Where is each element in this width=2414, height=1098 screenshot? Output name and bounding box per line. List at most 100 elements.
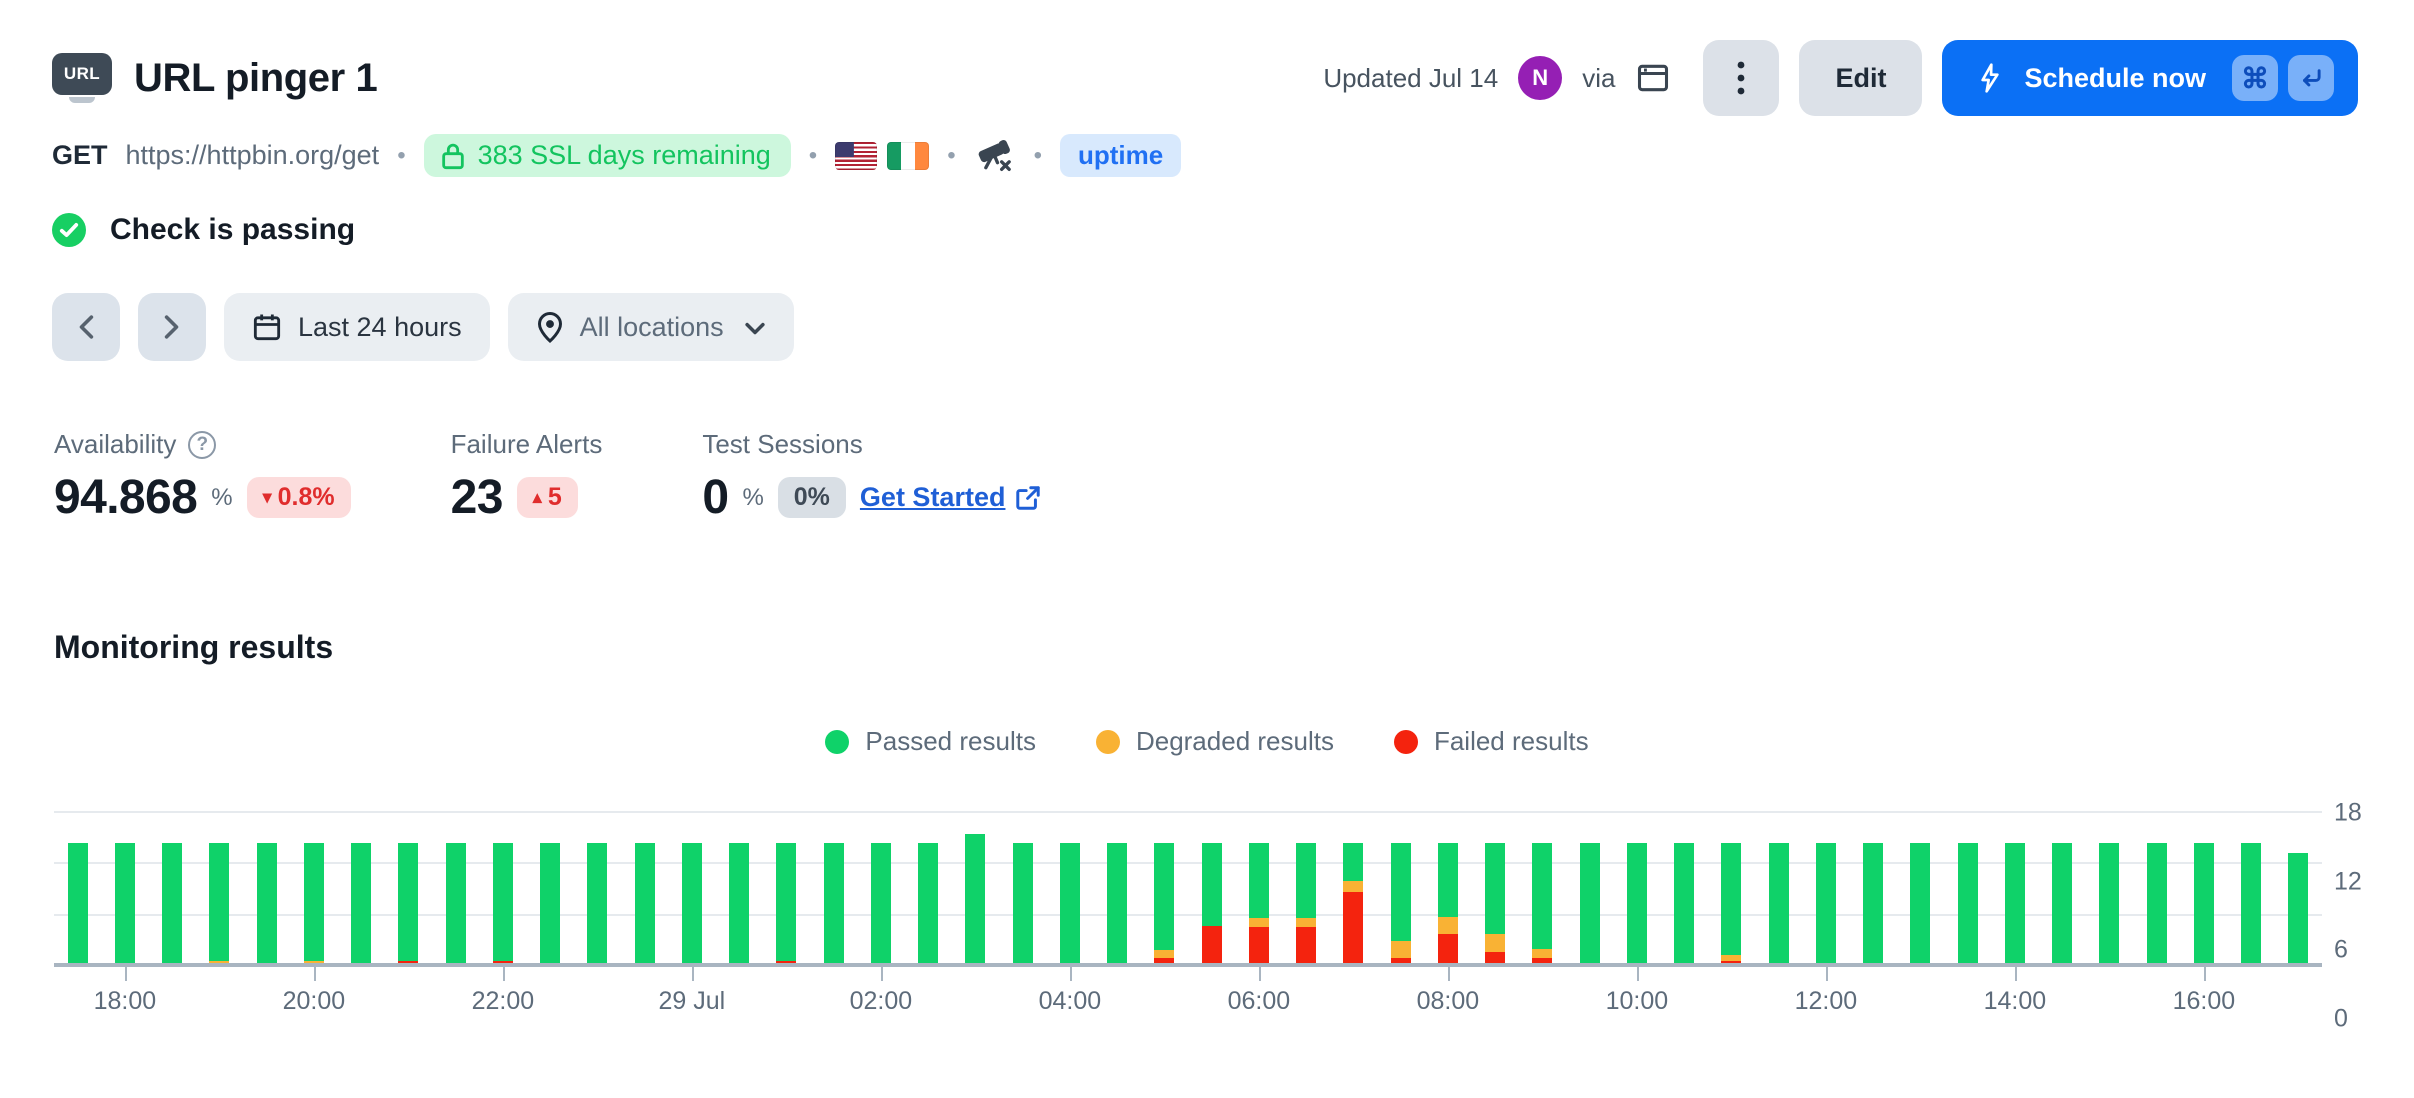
bar-slot[interactable] — [1519, 813, 1566, 967]
bar-slot[interactable] — [290, 813, 337, 967]
bar-slot[interactable] — [1235, 813, 1282, 967]
failure-alerts-delta-badge: ▴ 5 — [517, 477, 578, 518]
ssl-badge[interactable]: 383 SSL days remaining — [424, 134, 791, 177]
get-started-link[interactable]: Get Started — [860, 482, 1042, 513]
x-axis-label: 18:00 — [94, 987, 157, 1016]
bar-slot[interactable] — [857, 813, 904, 967]
bar-slot[interactable] — [1850, 813, 1897, 967]
stacked-bar — [493, 813, 513, 967]
command-key-icon: ⌘ — [2232, 55, 2278, 101]
availability-unit: % — [211, 484, 232, 512]
bar-slot[interactable] — [2275, 813, 2322, 967]
stacked-bar — [1627, 813, 1647, 967]
bar-slot[interactable] — [1330, 813, 1377, 967]
segment-passed — [1674, 843, 1694, 967]
bar-slot[interactable] — [54, 813, 101, 967]
bar-slot[interactable] — [1094, 813, 1141, 967]
bar-slot[interactable] — [763, 813, 810, 967]
stacked-bar — [1013, 813, 1033, 967]
bar-slot[interactable] — [1377, 813, 1424, 967]
bar-slot[interactable] — [196, 813, 243, 967]
bar-slot[interactable] — [1283, 813, 1330, 967]
bar-slot[interactable] — [1708, 813, 1755, 967]
chart-legend: Passed results Degraded results Failed res… — [0, 726, 2414, 757]
bar-slot[interactable] — [1046, 813, 1093, 967]
segment-passed — [824, 843, 844, 967]
updated-label: Updated Jul 14 — [1323, 63, 1498, 94]
segment-passed — [1958, 843, 1978, 967]
stacked-bar — [446, 813, 466, 967]
bar-slot[interactable] — [2133, 813, 2180, 967]
bar-slot[interactable] — [385, 813, 432, 967]
bar-slot[interactable] — [1188, 813, 1235, 967]
stacked-bar — [1863, 813, 1883, 967]
y-axis-label: 12 — [2334, 867, 2362, 896]
stacked-bar — [1532, 813, 1552, 967]
segment-passed — [1816, 843, 1836, 967]
status-message: Check is passing — [110, 213, 355, 247]
stacked-bar — [2194, 813, 2214, 967]
bar-slot[interactable] — [1991, 813, 2038, 967]
bar-slot[interactable] — [2086, 813, 2133, 967]
bar-slot[interactable] — [1424, 813, 1471, 967]
bar-slot[interactable] — [2039, 813, 2086, 967]
edit-button[interactable]: Edit — [1799, 40, 1922, 116]
time-range-selector[interactable]: Last 24 hours — [224, 293, 490, 361]
stacked-bar — [1249, 813, 1269, 967]
bar-slot[interactable] — [338, 813, 385, 967]
bar-slot[interactable] — [479, 813, 526, 967]
bar-slot[interactable] — [1566, 813, 1613, 967]
next-period-button[interactable] — [138, 293, 206, 361]
avatar[interactable]: N — [1518, 56, 1562, 100]
uptime-badge[interactable]: uptime — [1060, 134, 1181, 177]
bar-slot[interactable] — [1141, 813, 1188, 967]
x-axis-tick — [2204, 967, 2206, 981]
bar-slot[interactable] — [574, 813, 621, 967]
bar-slot[interactable] — [999, 813, 1046, 967]
bar-slot[interactable] — [1897, 813, 1944, 967]
stacked-bar — [1721, 813, 1741, 967]
more-options-button[interactable] — [1703, 40, 1779, 116]
bar-slot[interactable] — [243, 813, 290, 967]
stacked-bar — [2241, 813, 2261, 967]
chevron-down-icon — [744, 312, 766, 343]
bar-slot[interactable] — [810, 813, 857, 967]
bar-slot[interactable] — [1755, 813, 1802, 967]
bar-slot[interactable] — [1944, 813, 1991, 967]
segment-passed — [2052, 843, 2072, 967]
bar-slot[interactable] — [905, 813, 952, 967]
bar-slot[interactable] — [952, 813, 999, 967]
bar-slot[interactable] — [101, 813, 148, 967]
status-row: Check is passing — [52, 213, 2414, 247]
locations-selector[interactable]: All locations — [508, 293, 794, 361]
legend-item-failed[interactable]: Failed results — [1394, 726, 1589, 757]
help-icon[interactable]: ? — [188, 431, 216, 459]
stacked-bar — [1910, 813, 1930, 967]
bar-slot[interactable] — [432, 813, 479, 967]
schedule-now-button[interactable]: Schedule now ⌘ — [1942, 40, 2358, 116]
x-axis-tick — [1070, 967, 1072, 981]
locations-label: All locations — [580, 312, 724, 343]
x-axis-label: 20:00 — [283, 987, 346, 1016]
bar-slot[interactable] — [2180, 813, 2227, 967]
bar-slot[interactable] — [1802, 813, 1849, 967]
bar-slot[interactable] — [621, 813, 668, 967]
bar-slot[interactable] — [2228, 813, 2275, 967]
stacked-bar — [2099, 813, 2119, 967]
bar-slot[interactable] — [149, 813, 196, 967]
x-axis-tick — [125, 967, 127, 981]
segment-degraded — [1343, 881, 1363, 891]
segment-passed — [1627, 843, 1647, 967]
test-sessions-value: 0 — [702, 470, 728, 525]
legend-item-passed[interactable]: Passed results — [825, 726, 1036, 757]
bar-slot[interactable] — [527, 813, 574, 967]
test-sessions-unit: % — [742, 484, 763, 512]
bar-slot[interactable] — [668, 813, 715, 967]
bar-slot[interactable] — [1661, 813, 1708, 967]
bar-slot[interactable] — [1613, 813, 1660, 967]
check-passing-icon — [52, 213, 86, 247]
bar-slot[interactable] — [1472, 813, 1519, 967]
previous-period-button[interactable] — [52, 293, 120, 361]
bar-slot[interactable] — [716, 813, 763, 967]
legend-item-degraded[interactable]: Degraded results — [1096, 726, 1334, 757]
